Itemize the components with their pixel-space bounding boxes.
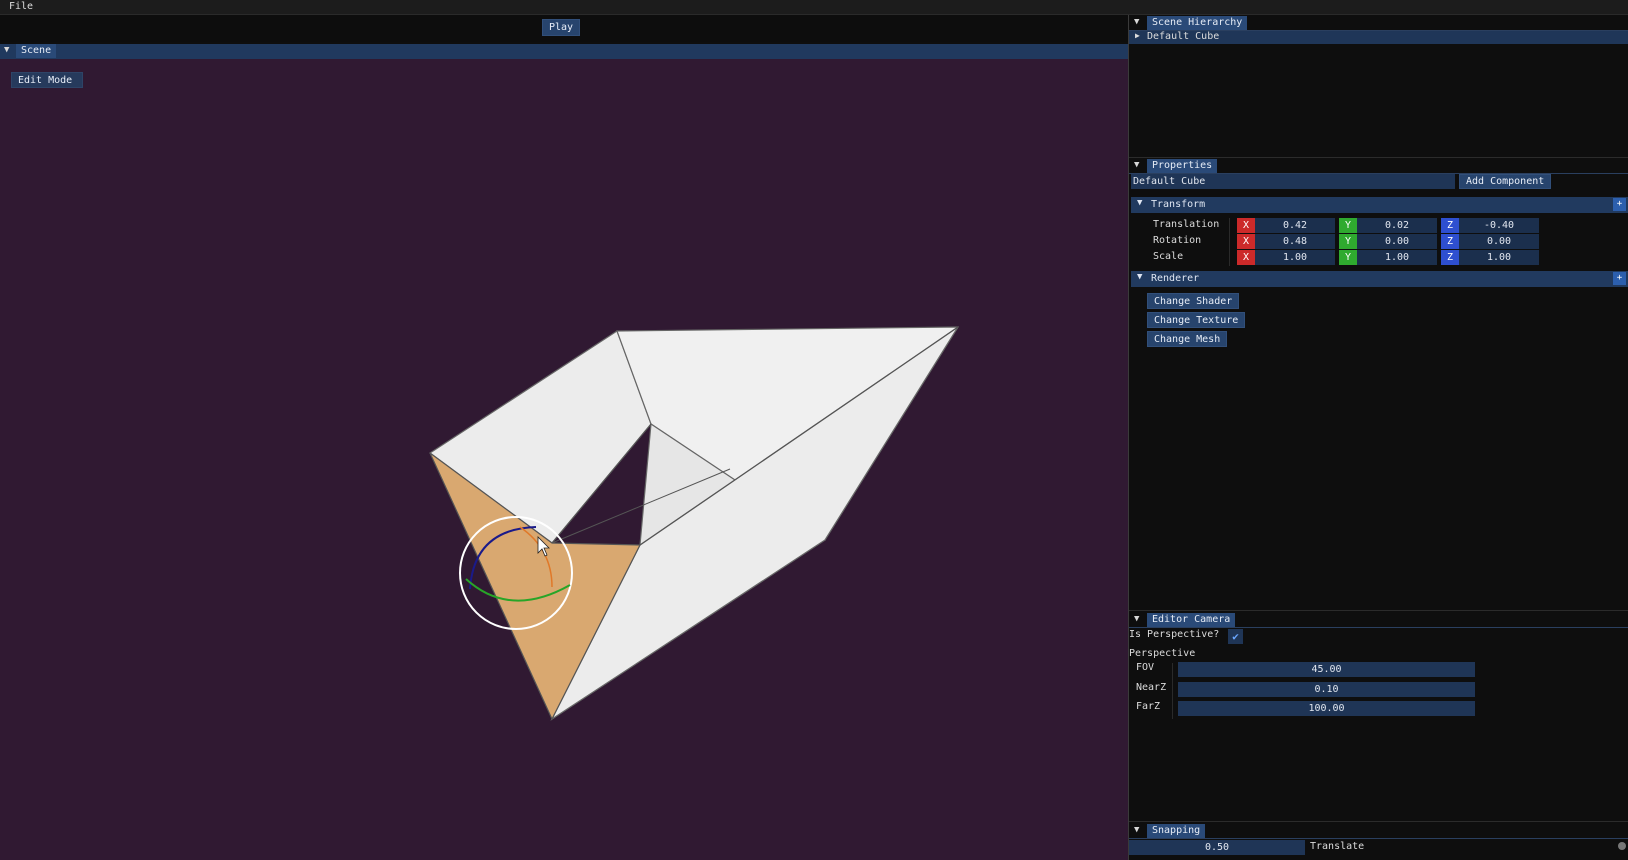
tab-snapping[interactable]: Snapping — [1147, 824, 1206, 838]
rotation-label: Rotation — [1153, 235, 1202, 246]
translation-x-field[interactable]: 0.42 — [1255, 218, 1335, 233]
collapse-triangle-icon: ▼ — [1137, 272, 1143, 282]
column-divider — [1172, 663, 1173, 719]
x-axis-button[interactable]: X — [1237, 218, 1255, 233]
add-icon[interactable]: + — [1613, 198, 1626, 211]
editor-camera-panel: ▼ Editor Camera Is Perspective? ✔ Perspe… — [1129, 611, 1628, 821]
x-axis-button[interactable]: X — [1237, 250, 1255, 265]
scale-label: Scale — [1153, 251, 1184, 262]
farz-label: FarZ — [1136, 701, 1161, 712]
y-axis-button[interactable]: Y — [1339, 218, 1357, 233]
change-mesh-button[interactable]: Change Mesh — [1147, 331, 1228, 347]
scene-canvas[interactable] — [0, 59, 1128, 860]
snap-value-field[interactable]: 0.50 — [1129, 840, 1305, 855]
expand-arrow-icon[interactable]: ▶ — [1135, 31, 1140, 40]
hierarchy-tab-bar: ▼ Scene Hierarchy — [1129, 15, 1628, 31]
collapse-triangle-icon[interactable]: ▼ — [1134, 160, 1139, 170]
menu-bar: File — [0, 0, 1628, 15]
editor-camera-tab-bar: ▼ Editor Camera — [1129, 612, 1628, 628]
collapse-triangle-icon: ▼ — [1137, 198, 1143, 208]
z-axis-button[interactable]: Z — [1441, 234, 1459, 249]
is-perspective-checkbox[interactable]: ✔ — [1228, 629, 1243, 644]
file-menu[interactable]: File — [9, 1, 33, 12]
collapse-triangle-icon[interactable]: ▼ — [4, 45, 9, 55]
rotation-x-field[interactable]: 0.48 — [1255, 234, 1335, 249]
add-icon[interactable]: + — [1613, 272, 1626, 285]
object-name-input[interactable]: Default Cube — [1131, 174, 1455, 189]
translation-y-field[interactable]: 0.02 — [1357, 218, 1437, 233]
is-perspective-label: Is Perspective? — [1129, 629, 1220, 640]
snapping-panel: ▼ Snapping 0.50 Translate — [1129, 822, 1628, 860]
hierarchy-item[interactable]: ▶ Default Cube — [1129, 31, 1628, 44]
toolbar: Play — [0, 15, 1128, 42]
scrollbar-handle[interactable] — [1618, 842, 1626, 850]
perspective-section-label: Perspective — [1129, 648, 1196, 659]
collapse-triangle-icon[interactable]: ▼ — [1134, 825, 1139, 835]
collapse-triangle-icon[interactable]: ▼ — [1134, 614, 1139, 624]
farz-field[interactable]: 100.00 — [1178, 701, 1475, 716]
fov-field[interactable]: 45.00 — [1178, 662, 1475, 677]
renderer-header[interactable]: ▼ Renderer + — [1131, 271, 1628, 287]
x-axis-button[interactable]: X — [1237, 234, 1255, 249]
scale-z-field[interactable]: 1.00 — [1459, 250, 1539, 265]
collapse-triangle-icon[interactable]: ▼ — [1134, 17, 1139, 27]
snapping-tab-bar: ▼ Snapping — [1129, 823, 1628, 839]
rotation-z-field[interactable]: 0.00 — [1459, 234, 1539, 249]
column-divider — [1229, 218, 1230, 266]
tab-scene[interactable]: Scene — [16, 44, 57, 58]
z-axis-button[interactable]: Z — [1441, 250, 1459, 265]
scene-hierarchy-panel: ▼ Scene Hierarchy ▶ Default Cube — [1129, 15, 1628, 157]
y-axis-button[interactable]: Y — [1339, 234, 1357, 249]
nearz-label: NearZ — [1136, 682, 1167, 693]
change-texture-button[interactable]: Change Texture — [1147, 312, 1246, 328]
tab-scene-hierarchy[interactable]: Scene Hierarchy — [1147, 16, 1248, 30]
hierarchy-item-label: Default Cube — [1147, 31, 1220, 42]
snap-mode-label: Translate — [1310, 841, 1365, 852]
scene-tab-bar: ▼ Scene — [0, 44, 1128, 59]
scale-x-field[interactable]: 1.00 — [1255, 250, 1335, 265]
scale-y-field[interactable]: 1.00 — [1357, 250, 1437, 265]
translation-z-field[interactable]: -0.40 — [1459, 218, 1539, 233]
scene-viewport[interactable]: Edit Mode — [0, 59, 1128, 860]
change-shader-button[interactable]: Change Shader — [1147, 293, 1240, 309]
y-axis-button[interactable]: Y — [1339, 250, 1357, 265]
z-axis-button[interactable]: Z — [1441, 218, 1459, 233]
fov-label: FOV — [1136, 662, 1155, 673]
tab-editor-camera[interactable]: Editor Camera — [1147, 613, 1236, 627]
properties-tab-bar: ▼ Properties — [1129, 158, 1628, 174]
checkmark-icon: ✔ — [1232, 630, 1239, 643]
transform-header[interactable]: ▼ Transform + — [1131, 197, 1628, 213]
play-button[interactable]: Play — [542, 19, 581, 36]
translation-label: Translation — [1153, 219, 1220, 230]
add-component-button[interactable]: Add Component — [1459, 174, 1552, 189]
nearz-field[interactable]: 0.10 — [1178, 682, 1475, 697]
tab-properties[interactable]: Properties — [1147, 159, 1218, 173]
renderer-header-label: Renderer — [1151, 273, 1200, 284]
transform-header-label: Transform — [1151, 199, 1206, 210]
transform-grid: Translation X 0.42 Y 0.02 Z -0.40 Rotati… — [1129, 218, 1628, 268]
properties-panel: ▼ Properties Default Cube Add Component … — [1129, 158, 1628, 610]
rotation-y-field[interactable]: 0.00 — [1357, 234, 1437, 249]
